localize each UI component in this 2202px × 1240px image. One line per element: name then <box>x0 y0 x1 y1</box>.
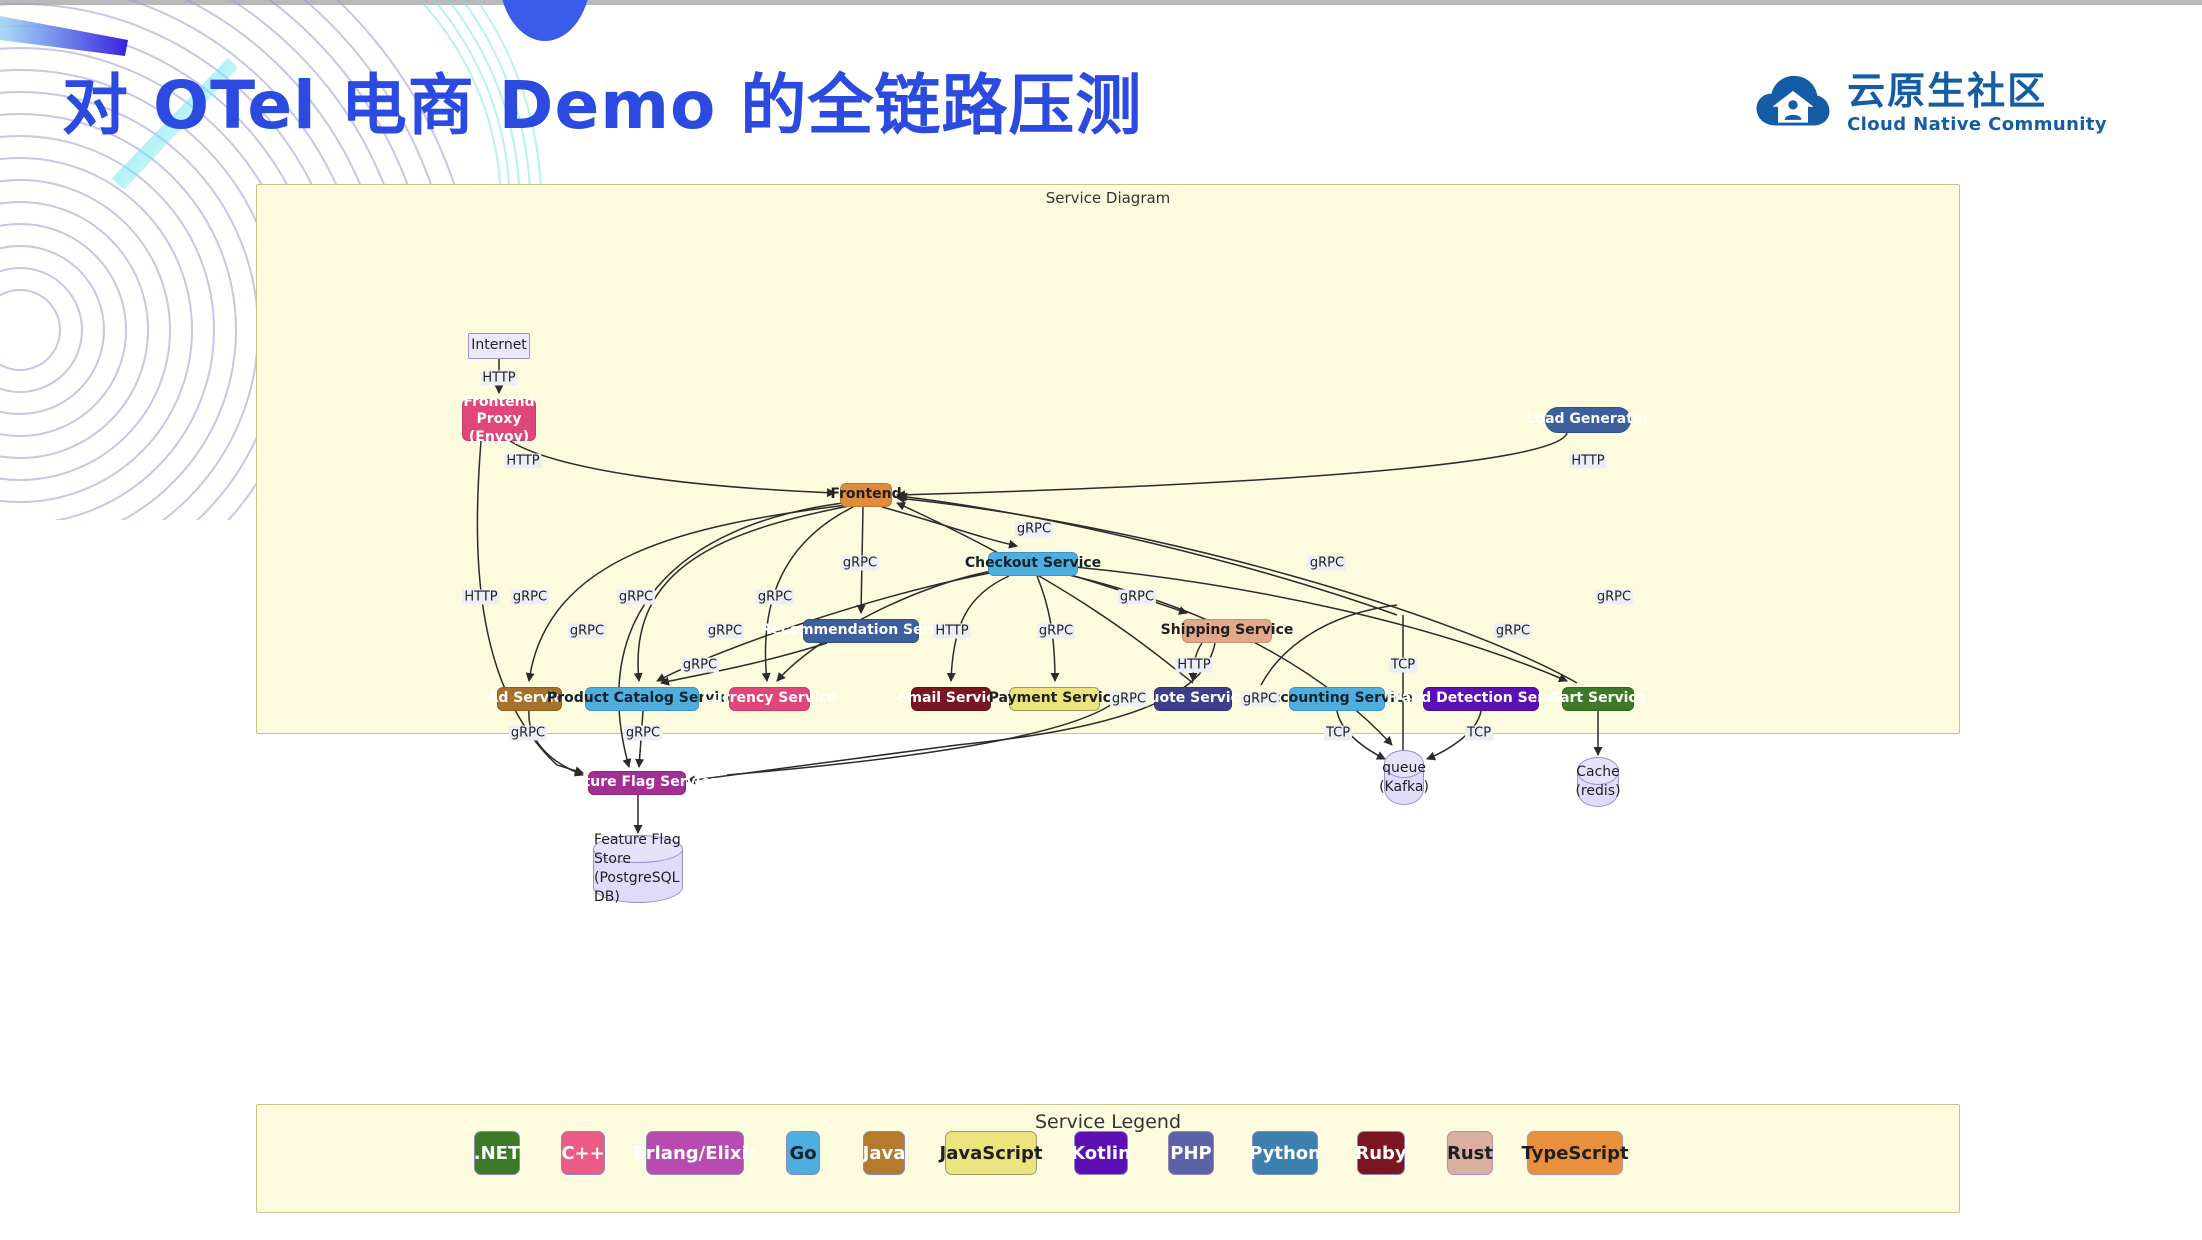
service-node-label: (Envoy) <box>468 428 530 445</box>
edge-label: HTTP <box>462 589 500 605</box>
service-legend-panel: Service Legend .NET C++ Erlang/Elixir Go Jav… <box>256 1104 1960 1213</box>
service-node-label: Cart Service <box>1549 690 1647 707</box>
database-node-flagstore[interactable]: Feature Flag Store (PostgreSQL DB) <box>592 832 684 905</box>
database-node-label: (Kafka) <box>1379 778 1429 795</box>
logo-chinese-name: 云原生社区 <box>1847 69 2048 113</box>
edge-label: gRPC <box>705 623 745 639</box>
edge-label: gRPC <box>567 623 607 639</box>
service-node-label: Frontend <box>830 486 902 503</box>
legend-chip-typescript[interactable]: TypeScript <box>1521 1131 1629 1175</box>
legend-chip-php[interactable]: PHP <box>1168 1131 1214 1175</box>
edge-label: HTTP <box>504 453 542 469</box>
edge-label: HTTP <box>1175 657 1213 673</box>
edge-label: TCP <box>1388 657 1418 673</box>
edge-label: gRPC <box>1307 555 1347 571</box>
cloud-home-icon <box>1756 75 1830 126</box>
service-node-emailservice[interactable]: Email Service <box>898 687 1004 711</box>
legend-chip-ruby[interactable]: Ruby <box>1355 1131 1407 1175</box>
service-node-frauddetection[interactable]: Fraud Detection Service <box>1386 687 1576 711</box>
legend-chip-kotlin[interactable]: Kotlin <box>1071 1131 1131 1175</box>
database-node-label: Cache <box>1576 764 1620 781</box>
edge-label: gRPC <box>1117 589 1157 605</box>
legend-chip-rust[interactable]: Rust <box>1447 1131 1493 1175</box>
edge-label: gRPC <box>1493 623 1533 639</box>
edge-label: TCP <box>1323 725 1353 741</box>
edge-label: gRPC <box>1014 521 1054 537</box>
service-diagram-panel: Service Diagram Internet Frontend Proxy … <box>256 184 1960 905</box>
service-node-label: Checkout Service <box>964 555 1102 572</box>
service-node-label: Payment Service <box>988 690 1121 707</box>
service-node-label: Fraud Detection Service <box>1386 690 1576 707</box>
edge-label: TCP <box>1464 725 1494 741</box>
service-node-label: Feature Flag Service <box>555 774 719 791</box>
edge-label: HTTP <box>1569 453 1607 469</box>
edge-label: gRPC <box>840 555 880 571</box>
edge-label: gRPC <box>680 657 720 673</box>
edge-label: gRPC <box>510 589 550 605</box>
database-node-label: (PostgreSQL DB) <box>594 870 680 905</box>
service-node-currencyservice[interactable]: Currency Service <box>703 687 837 711</box>
service-node-label: Frontend Proxy <box>463 393 535 428</box>
service-node-label: Shipping Service <box>1160 622 1294 639</box>
edge-label: gRPC <box>508 725 548 741</box>
service-node-label: Quote Service <box>1137 690 1249 707</box>
service-node-quoteservice[interactable]: Quote Service <box>1138 687 1248 711</box>
edge-label: gRPC <box>616 589 656 605</box>
service-node-paymentservice[interactable]: Payment Service <box>989 687 1120 711</box>
edge-label: gRPC <box>1109 691 1149 707</box>
service-legend-title: Service Legend <box>1034 1111 1182 1133</box>
service-node-frontend[interactable]: Frontend <box>830 483 902 507</box>
service-node-label: Currency Service <box>702 690 837 707</box>
brand-logo: 云原生社区 Cloud Native Community <box>1755 72 2107 134</box>
edge-label: gRPC <box>1594 589 1634 605</box>
service-node-internet[interactable]: Internet <box>468 333 530 359</box>
service-node-featureflag[interactable]: Feature Flag Service <box>556 771 718 795</box>
window-top-bar <box>0 0 2202 5</box>
service-node-accounting[interactable]: Accounting Service <box>1261 687 1413 711</box>
legend-chip-javascript[interactable]: JavaScript <box>940 1131 1042 1175</box>
database-node-label: (redis) <box>1575 783 1621 799</box>
page-title: 对 OTel 电商 Demo 的全链路压测 <box>62 67 1143 144</box>
legend-chip-go[interactable]: Go <box>786 1131 820 1175</box>
edge-label: gRPC <box>1036 623 1076 639</box>
legend-chip-c[interactable]: C++ <box>561 1131 605 1175</box>
database-node-label: Feature Flag Store <box>594 832 681 868</box>
slide: 对 OTel 电商 Demo 的全链路压测 云原生社区 Cloud Native… <box>0 0 2202 1240</box>
edge-label: gRPC <box>1240 691 1280 707</box>
service-node-checkoutservice[interactable]: Checkout Service <box>965 552 1101 576</box>
edge-label: HTTP <box>933 623 971 639</box>
edge-label: gRPC <box>755 589 795 605</box>
service-node-cartservice[interactable]: Cart Service <box>1550 687 1646 711</box>
service-node-label: Internet <box>471 337 527 354</box>
edge-label: gRPC <box>623 725 663 741</box>
service-node-shippingservice[interactable]: Shipping Service <box>1161 619 1293 643</box>
database-node-kafka[interactable]: queue (Kafka) <box>1379 749 1429 805</box>
legend-chip-erlang-elixir[interactable]: Erlang/Elixir <box>633 1131 757 1175</box>
service-node-label: Recommendation Service <box>760 622 962 639</box>
service-node-label: Load Generator <box>1526 411 1650 428</box>
legend-chip-java[interactable]: Java <box>863 1131 905 1175</box>
legend-chip-python[interactable]: Python <box>1249 1131 1321 1175</box>
legend-chip-net[interactable]: .NET <box>474 1131 520 1175</box>
database-node-redis[interactable]: Cache (redis) <box>1575 756 1621 807</box>
logo-english-name: Cloud Native Community <box>1847 114 2107 135</box>
service-node-productcatalog[interactable]: Product Catalog Service <box>547 687 737 711</box>
edge-label: HTTP <box>480 370 518 386</box>
service-node-loadgenerator[interactable]: Load Generator <box>1527 407 1649 433</box>
service-node-recommendation[interactable]: Recommendation Service <box>761 619 961 643</box>
service-node-frontendproxy[interactable]: Frontend Proxy (Envoy) <box>462 394 536 445</box>
database-node-label: queue <box>1382 759 1426 776</box>
